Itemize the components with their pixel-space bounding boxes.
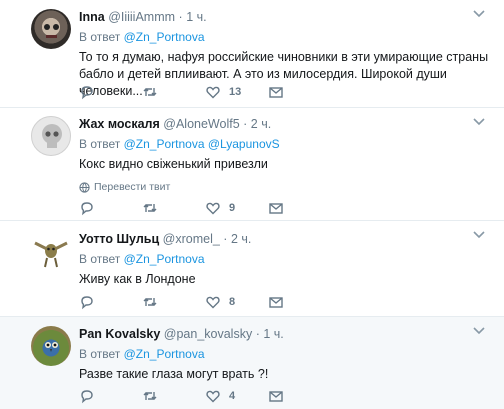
separator: · [178, 10, 183, 24]
author-name[interactable]: Inna [79, 10, 105, 24]
avatar-image [42, 124, 62, 148]
direct-message-icon [269, 203, 283, 214]
like-count: 8 [229, 296, 236, 308]
action-bar: 13 [79, 84, 331, 100]
reply-tweet[interactable]: Уотто Шульц @xromel_ · 2 ч. В ответ @Zn_… [0, 221, 504, 317]
action-bar: 9 [79, 200, 331, 216]
reply-context: В ответ @Zn_Portnova @LyapunovS [79, 136, 490, 152]
tweet-text: Кокс видно свiженький привезли [79, 157, 268, 171]
direct-message-icon [269, 87, 283, 98]
reply-tweet[interactable]: Жах москаля @AloneWolf5 · 2 ч. В ответ @… [0, 108, 504, 221]
tweet-header: Жах москаля @AloneWolf5 · 2 ч. [79, 116, 490, 132]
like-button[interactable]: 9 [205, 200, 268, 216]
timestamp[interactable]: 2 ч. [231, 232, 251, 246]
reply-prefix: В ответ [79, 347, 121, 361]
like-icon [206, 202, 220, 215]
avatar[interactable] [31, 9, 71, 49]
reply-button[interactable] [79, 200, 142, 216]
separator: · [255, 327, 260, 341]
reply-prefix: В ответ [79, 137, 121, 151]
tweet-header: Pan Kovalsky @pan_kovalsky · 1 ч. [79, 326, 490, 342]
separator: · [223, 232, 228, 246]
reply-prefix: В ответ [79, 252, 121, 266]
retweet-button[interactable] [142, 84, 205, 100]
reply-button[interactable] [79, 84, 142, 100]
retweet-icon [143, 88, 157, 96]
reply-context: В ответ @Zn_Portnova [79, 346, 490, 362]
reply-context: В ответ @Zn_Portnova [79, 251, 490, 267]
retweet-icon [143, 392, 157, 400]
action-bar: 8 [79, 294, 331, 310]
like-icon [206, 390, 220, 403]
separator: · [243, 117, 248, 131]
reply-mention[interactable]: @Zn_Portnova @LyapunovS [124, 137, 280, 151]
reply-button[interactable] [79, 294, 142, 310]
avatar[interactable] [31, 326, 71, 366]
tweet-header: Inna @IiiiiAmmm · 1 ч. [79, 9, 490, 25]
avatar[interactable] [31, 231, 71, 271]
like-count: 13 [229, 86, 242, 98]
tweet-content: Pan Kovalsky @pan_kovalsky · 1 ч. В отве… [79, 326, 490, 383]
globe-icon [79, 181, 90, 193]
retweet-button[interactable] [142, 388, 205, 404]
like-button[interactable]: 13 [205, 84, 268, 100]
like-count: 4 [229, 390, 236, 402]
author-name[interactable]: Pan Kovalsky [79, 327, 160, 341]
reply-mention[interactable]: @Zn_Portnova [124, 252, 205, 266]
like-icon [206, 86, 220, 99]
reply-icon [81, 390, 93, 404]
like-icon [206, 296, 220, 309]
author-handle[interactable]: @xromel_ [163, 232, 220, 246]
retweet-button[interactable] [142, 294, 205, 310]
retweet-icon [143, 298, 157, 306]
direct-message-button[interactable] [268, 84, 331, 100]
tweet-content: Уотто Шульц @xromel_ · 2 ч. В ответ @Zn_… [79, 231, 490, 288]
direct-message-button[interactable] [268, 388, 331, 404]
reply-prefix: В ответ [79, 30, 121, 44]
reply-icon [81, 86, 93, 100]
author-handle[interactable]: @AloneWolf5 [163, 117, 239, 131]
author-name[interactable]: Жах москаля [79, 117, 160, 131]
reply-button[interactable] [79, 388, 142, 404]
reply-tweet[interactable]: Pan Kovalsky @pan_kovalsky · 1 ч. В отве… [0, 317, 504, 409]
reply-context: В ответ @Zn_Portnova [79, 29, 490, 45]
avatar[interactable] [31, 116, 71, 156]
avatar-image [44, 24, 59, 38]
tweet-header: Уотто Шульц @xromel_ · 2 ч. [79, 231, 490, 247]
timestamp[interactable]: 1 ч. [186, 10, 206, 24]
like-count: 9 [229, 202, 236, 214]
like-button[interactable]: 4 [205, 388, 268, 404]
reply-mention[interactable]: @Zn_Portnova [124, 30, 205, 44]
action-bar: 4 [79, 388, 331, 404]
timestamp[interactable]: 2 ч. [251, 117, 271, 131]
reply-icon [81, 202, 93, 216]
reply-tweet[interactable]: Inna @IiiiiAmmm · 1 ч. В ответ @Zn_Portn… [0, 0, 504, 108]
translate-label: Перевести твит [94, 181, 171, 193]
tweet-text: Разве такие глаза могут врать ?! [79, 367, 269, 381]
author-name[interactable]: Уотто Шульц [79, 232, 159, 246]
reply-mention[interactable]: @Zn_Portnova [124, 347, 205, 361]
reply-icon [81, 296, 93, 310]
tweet-content: Жах москаля @AloneWolf5 · 2 ч. В ответ @… [79, 116, 490, 193]
timestamp[interactable]: 1 ч. [263, 327, 283, 341]
like-button[interactable]: 8 [205, 294, 268, 310]
author-handle[interactable]: @IiiiiAmmm [108, 10, 175, 24]
author-handle[interactable]: @pan_kovalsky [164, 327, 252, 341]
direct-message-button[interactable] [268, 200, 331, 216]
retweet-icon [143, 204, 157, 212]
direct-message-icon [269, 391, 283, 402]
tweet-text: Живу как в Лондоне [79, 272, 196, 286]
avatar-image [34, 241, 68, 268]
direct-message-icon [269, 297, 283, 308]
avatar-image [45, 342, 58, 352]
translate-tweet-link[interactable]: Перевести твит [79, 181, 490, 193]
direct-message-button[interactable] [268, 294, 331, 310]
retweet-button[interactable] [142, 200, 205, 216]
